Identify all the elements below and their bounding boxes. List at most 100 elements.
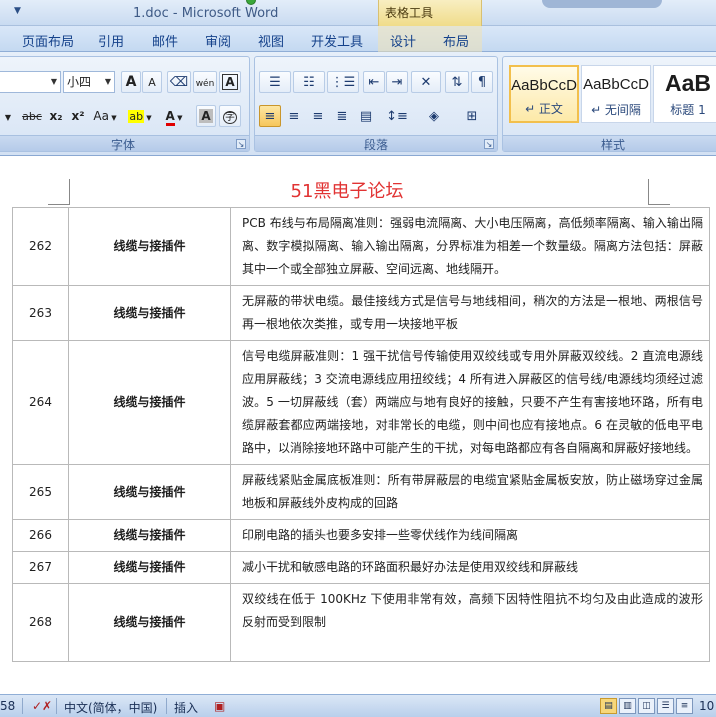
context-tab-group: 表格工具 xyxy=(378,0,482,26)
row-number[interactable]: 264 xyxy=(12,340,69,465)
align-center-icon: ≡ xyxy=(288,109,300,124)
decrease-indent-button[interactable]: ⇤ xyxy=(363,71,385,93)
clear-format-button[interactable]: ⌫ xyxy=(167,71,191,93)
distributed-button[interactable]: ▤ xyxy=(355,105,377,127)
font-color-icon: A xyxy=(165,109,175,126)
strikethrough-button[interactable]: abc xyxy=(19,105,45,127)
style-sample: AaBbCcD xyxy=(511,77,577,94)
macro-record-icon[interactable]: ▣ xyxy=(214,699,225,713)
char-border-button[interactable]: A xyxy=(219,71,241,93)
numbering-button[interactable]: ☷ xyxy=(293,71,325,93)
insert-mode-indicator[interactable]: 插入 xyxy=(174,699,198,716)
row-number[interactable]: 266 xyxy=(12,519,69,552)
tab-mailings[interactable]: 邮件 xyxy=(152,31,178,50)
document-page[interactable]: 51黑电子论坛 262 线缆与接插件 PCB 布线与布局隔离准则：强弱电流隔离、… xyxy=(0,157,716,694)
status-separator xyxy=(22,698,23,714)
style-heading-1[interactable]: AaB 标题 1 xyxy=(653,65,716,123)
row-category[interactable]: 线缆与接插件 xyxy=(68,551,231,584)
row-number[interactable]: 268 xyxy=(12,583,69,662)
tab-design[interactable]: 设计 xyxy=(390,31,416,50)
row-category[interactable]: 线缆与接插件 xyxy=(68,285,231,341)
tab-references[interactable]: 引用 xyxy=(98,31,124,50)
style-normal[interactable]: AaBbCcD ↵ 正文 xyxy=(509,65,579,123)
row-text[interactable]: PCB 布线与布局隔离准则：强弱电流隔离、大小电压隔离，高低频率隔离、输入输出隔… xyxy=(230,207,710,286)
zoom-level[interactable]: 10 xyxy=(699,699,714,713)
tab-review[interactable]: 审阅 xyxy=(205,31,231,50)
borders-button[interactable]: ⊞ xyxy=(455,105,489,127)
style-no-spacing[interactable]: AaBbCcD ↵ 无间隔 xyxy=(581,65,651,123)
row-category[interactable]: 线缆与接插件 xyxy=(68,519,231,552)
highlight-button[interactable]: ab ▼ xyxy=(125,105,155,127)
font-size-select[interactable]: 小四 ▼ xyxy=(63,71,115,93)
style-sample: AaBbCcD xyxy=(583,76,649,93)
dialog-launcher-icon[interactable]: ↘ xyxy=(236,139,246,149)
shading-button[interactable]: ◈ xyxy=(417,105,451,127)
align-left-button[interactable]: ≡ xyxy=(259,105,281,127)
row-category[interactable]: 线缆与接插件 xyxy=(68,340,231,465)
row-category[interactable]: 线缆与接插件 xyxy=(68,464,231,520)
title-bar-decoration xyxy=(542,0,662,8)
tab-view[interactable]: 视图 xyxy=(258,31,284,50)
row-text[interactable]: 无屏蔽的带状电缆。最佳接线方式是信号与地线相间，稍次的方法是一根地、两根信号再一… xyxy=(230,285,710,341)
dialog-launcher-icon[interactable]: ↘ xyxy=(484,139,494,149)
subscript-button[interactable]: x₂ xyxy=(45,105,67,127)
page-count[interactable]: 58 xyxy=(0,699,15,713)
outline-view-button[interactable]: ☰ xyxy=(657,698,674,714)
rules-table[interactable]: 262 线缆与接插件 PCB 布线与布局隔离准则：强弱电流隔离、大小电压隔离，高… xyxy=(12,207,710,662)
ribbon-tab-row: 页面布局 引用 邮件 审阅 视图 开发工具 设计 布局 xyxy=(0,26,716,52)
font-name-select[interactable]: ▼ xyxy=(0,71,61,93)
phonetic-guide-button[interactable]: wén xyxy=(193,71,217,93)
row-number[interactable]: 263 xyxy=(12,285,69,341)
row-text[interactable]: 印刷电路的插头也要多安排一些零伏线作为线间隔离 xyxy=(230,519,710,552)
styles-group: AaBbCcD ↵ 正文 AaBbCcD ↵ 无间隔 AaB 标题 1 样式 xyxy=(502,56,716,152)
status-separator xyxy=(166,698,167,714)
increase-indent-button[interactable]: ⇥ xyxy=(386,71,408,93)
underline-dropdown[interactable]: ▼ xyxy=(1,105,15,127)
align-center-button[interactable]: ≡ xyxy=(283,105,305,127)
row-category[interactable]: 线缆与接插件 xyxy=(68,583,231,662)
draft-view-button[interactable]: ≡ xyxy=(676,698,693,714)
row-text[interactable]: 减小干扰和敏感电路的环路面积最好办法是使用双绞线和屏蔽线 xyxy=(230,551,710,584)
tab-layout[interactable]: 布局 xyxy=(443,31,469,50)
multilevel-list-button[interactable]: ⋮☰ xyxy=(327,71,359,93)
row-number[interactable]: 267 xyxy=(12,551,69,584)
enclose-char-button[interactable]: 字 xyxy=(219,105,241,127)
font-color-button[interactable]: A ▼ xyxy=(159,105,189,127)
web-layout-button[interactable]: ◫ xyxy=(638,698,655,714)
table-row: 266 线缆与接插件 印刷电路的插头也要多安排一些零伏线作为线间隔离 xyxy=(12,519,710,552)
grow-font-button[interactable]: A xyxy=(121,71,141,93)
row-category[interactable]: 线缆与接插件 xyxy=(68,207,231,286)
shrink-font-button[interactable]: A xyxy=(142,71,162,93)
full-screen-reading-button[interactable]: ▥ xyxy=(619,698,636,714)
print-layout-view-button[interactable]: ▤ xyxy=(600,698,617,714)
superscript-button[interactable]: x² xyxy=(67,105,89,127)
line-spacing-button[interactable]: ↕≡ xyxy=(381,105,413,127)
row-text[interactable]: 双绞线在低于 100KHz 下使用非常有效，高频下因特性阻抗不均匀及由此造成的波… xyxy=(230,583,710,662)
sort-button[interactable]: ⇅ xyxy=(445,71,469,93)
tab-developer[interactable]: 开发工具 xyxy=(311,31,363,50)
font-size-value: 小四 xyxy=(67,75,92,89)
row-text[interactable]: 屏蔽线紧贴金属底板准则：所有带屏蔽层的电缆宜紧贴金属板安放，防止磁场穿过金属地板… xyxy=(230,464,710,520)
chinese-layout-button[interactable]: ✕ xyxy=(411,71,441,93)
align-right-icon: ≡ xyxy=(312,109,324,124)
show-marks-button[interactable]: ¶ xyxy=(471,71,493,93)
language-indicator[interactable]: 中文(简体，中国) xyxy=(64,699,157,716)
bullets-button[interactable]: ☰ xyxy=(259,71,291,93)
char-shading-button[interactable]: A xyxy=(196,105,216,127)
row-number[interactable]: 262 xyxy=(12,207,69,286)
justify-button[interactable]: ≣ xyxy=(331,105,353,127)
window-title: 1.doc - Microsoft Word xyxy=(133,6,279,21)
row-number[interactable]: 265 xyxy=(12,464,69,520)
proofing-icon[interactable]: ✓✗ xyxy=(32,699,52,713)
quick-access-dropdown-icon[interactable]: ▼ xyxy=(14,6,21,16)
align-right-button[interactable]: ≡ xyxy=(307,105,329,127)
eraser-icon: ⌫ xyxy=(169,75,189,90)
status-indicator-icon xyxy=(246,0,256,5)
table-row: 264 线缆与接插件 信号电缆屏蔽准则：1 强干扰信号传输使用双绞线或专用外屏蔽… xyxy=(12,340,710,465)
status-separator xyxy=(56,698,57,714)
web-layout-icon: ◫ xyxy=(642,701,651,711)
row-text[interactable]: 信号电缆屏蔽准则：1 强干扰信号传输使用双绞线或专用外屏蔽双绞线。2 直流电源线… xyxy=(230,340,710,465)
tab-page-layout[interactable]: 页面布局 xyxy=(22,31,74,50)
change-case-button[interactable]: Aa ▼ xyxy=(91,105,119,127)
subscript-icon: x₂ xyxy=(49,109,63,123)
